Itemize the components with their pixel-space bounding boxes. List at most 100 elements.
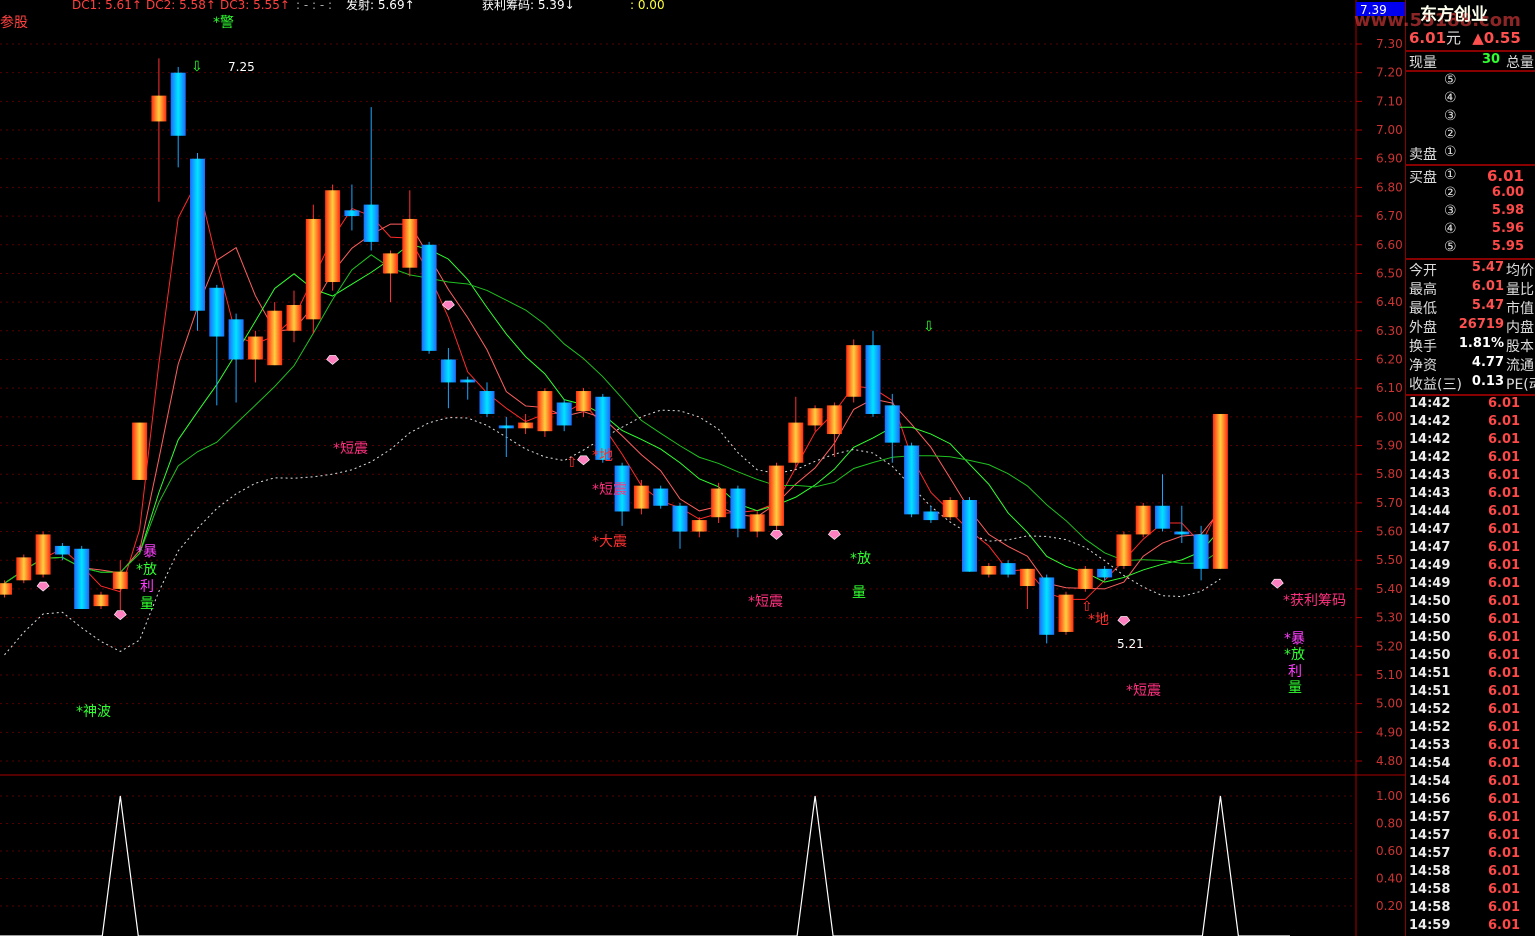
candle-body (383, 253, 398, 274)
axis-tick-label: 6.90 (1376, 152, 1403, 166)
trade-row: 14:53 6.01 (1409, 738, 1521, 753)
trade-row: 14:56 6.01 (1409, 792, 1521, 807)
candle-body (0, 583, 12, 595)
axis-tick-label: 6.10 (1376, 381, 1403, 395)
stat-row: 换手 1.81% 股本 (1409, 336, 1534, 355)
signal-bao-1: *暴 (136, 544, 157, 560)
axis-tick-label: 6.60 (1376, 238, 1403, 252)
candle-body (305, 218, 321, 320)
trade-row: 14:54 6.01 (1409, 756, 1521, 771)
sub-signal-line (0, 795, 1290, 936)
stat-row: 最低 5.47 市值 (1409, 298, 1534, 317)
signal-di-1: *地 (592, 448, 613, 464)
signal-fang-3: *放 (1284, 647, 1305, 663)
candle-body (981, 565, 997, 575)
candle-body (769, 465, 784, 526)
candle-body (556, 402, 572, 426)
candle-body (74, 548, 90, 609)
axis-tick-label: 6.80 (1376, 180, 1403, 194)
dc2-value: DC2: 5.58↑ (146, 0, 216, 12)
sub-axis-tick-label: 0.60 (1376, 844, 1403, 858)
candle-body (1116, 534, 1132, 566)
axis-tick-label: 5.00 (1376, 697, 1403, 711)
candle-body (1077, 568, 1093, 589)
trade-row: 14:42 6.01 (1409, 396, 1521, 411)
candle-body (209, 287, 225, 337)
trade-row: 14:50 6.01 (1409, 648, 1521, 663)
candle-body (479, 391, 495, 414)
candle-body (923, 511, 939, 521)
sub-indicator (0, 795, 1290, 936)
candle-body (942, 500, 958, 518)
axis-tick-label: 6.70 (1376, 209, 1403, 223)
current-price: 6.01元 ▲0.55 (1409, 29, 1521, 47)
candle-body (1019, 568, 1035, 587)
lo-label: 5.21 (1117, 637, 1144, 651)
axis-tick-label: 5.20 (1376, 639, 1403, 653)
stat-row: 收益(三)0.13PE(动 (1409, 374, 1535, 393)
ask-level: ③ (1444, 108, 1457, 124)
signal-duanzhen-2: *短震 (592, 482, 627, 498)
candle-body (537, 391, 553, 432)
gem-icon (36, 581, 50, 592)
sub-axis: 1.00 0.80 0.60 0.40 0.20 (1376, 789, 1403, 913)
signal-li-1: 利 (140, 579, 154, 595)
candle-body (826, 405, 842, 435)
hi-label: 7.25 (228, 60, 255, 74)
candle-body (498, 425, 514, 429)
trade-row: 14:59 6.01 (1409, 918, 1521, 933)
trade-row: 14:50 6.01 (1409, 612, 1521, 627)
signal-fang-2: *放 (136, 562, 157, 578)
signal-shenbo: *神波 (76, 704, 111, 720)
candle-body (267, 310, 283, 366)
signal-bao-2: *暴 (1284, 631, 1305, 647)
trade-row: 14:43 6.01 (1409, 468, 1521, 483)
candle-body (286, 304, 302, 331)
ask-level: 卖盘 ① (1409, 144, 1457, 163)
trade-row: 14:54 6.01 (1409, 774, 1521, 789)
axis-tick-label: 5.70 (1376, 496, 1403, 510)
candle-body (54, 545, 70, 555)
candles (0, 58, 1228, 644)
candle-body (672, 505, 688, 532)
candle-body (16, 557, 32, 581)
bid-level: ④ 5.96 (1444, 221, 1524, 237)
sub-axis-tick-label: 1.00 (1376, 789, 1403, 803)
fashe-value: 发射: 5.69↑ (346, 0, 415, 12)
bid-level: ⑤ 5.95 (1444, 239, 1524, 255)
moving-averages (4, 179, 1221, 656)
trade-row: 14:42 6.01 (1409, 414, 1521, 429)
gem-icon (326, 355, 340, 365)
candle-body (518, 422, 534, 429)
candle-body (807, 408, 823, 426)
ask-level: ④ (1444, 90, 1457, 106)
axis-tick-label: 7.30 (1376, 37, 1403, 51)
up-arrow-icon: ⇧ (1081, 599, 1093, 615)
annotations: 7.25 5.21 *警 *短震 *短震 *短震 *短震 *大震 *地 *地 *… (76, 15, 1346, 720)
kline-chart[interactable]: 7.30 7.20 7.10 7.00 6.90 6.80 6.70 6.60 6.50 6.40… (0, 0, 1405, 936)
candle-body (1212, 413, 1228, 569)
price-axis: 7.30 7.20 7.10 7.00 6.90 6.80 6.70 6.60 6.50 6.40… (1356, 37, 1403, 768)
candle-body (846, 345, 862, 397)
ask-level: ② (1444, 126, 1457, 142)
axis-tick-label: 5.90 (1376, 439, 1403, 453)
axis-tick-label: 5.40 (1376, 582, 1403, 596)
candle-body (344, 210, 360, 217)
bid-level: ③ 5.98 (1444, 203, 1524, 219)
quote-panel: www.55188.com 东方创业 6.01元 ▲0.55 现量 30 总量 … (1354, 0, 1535, 936)
trade-row: 14:50 6.01 (1409, 594, 1521, 609)
sub-axis-tick-label: 0.40 (1376, 872, 1403, 886)
candle-body (363, 204, 379, 242)
trade-row: 14:52 6.01 (1409, 702, 1521, 717)
gem-icon (770, 530, 783, 540)
candle-body (788, 422, 804, 463)
trade-row: 14:58 6.01 (1409, 882, 1521, 897)
candle-body (228, 319, 244, 360)
separator (1406, 164, 1535, 166)
candle-body (653, 488, 669, 506)
signal-duanzhen-3: *短震 (748, 594, 783, 610)
huoli-value: 获利筹码: 5.39↓ (482, 0, 575, 12)
trade-row: 14:52 6.01 (1409, 720, 1521, 735)
axis-tick-label: 5.80 (1376, 467, 1403, 481)
trade-row: 14:47 6.01 (1409, 522, 1521, 537)
